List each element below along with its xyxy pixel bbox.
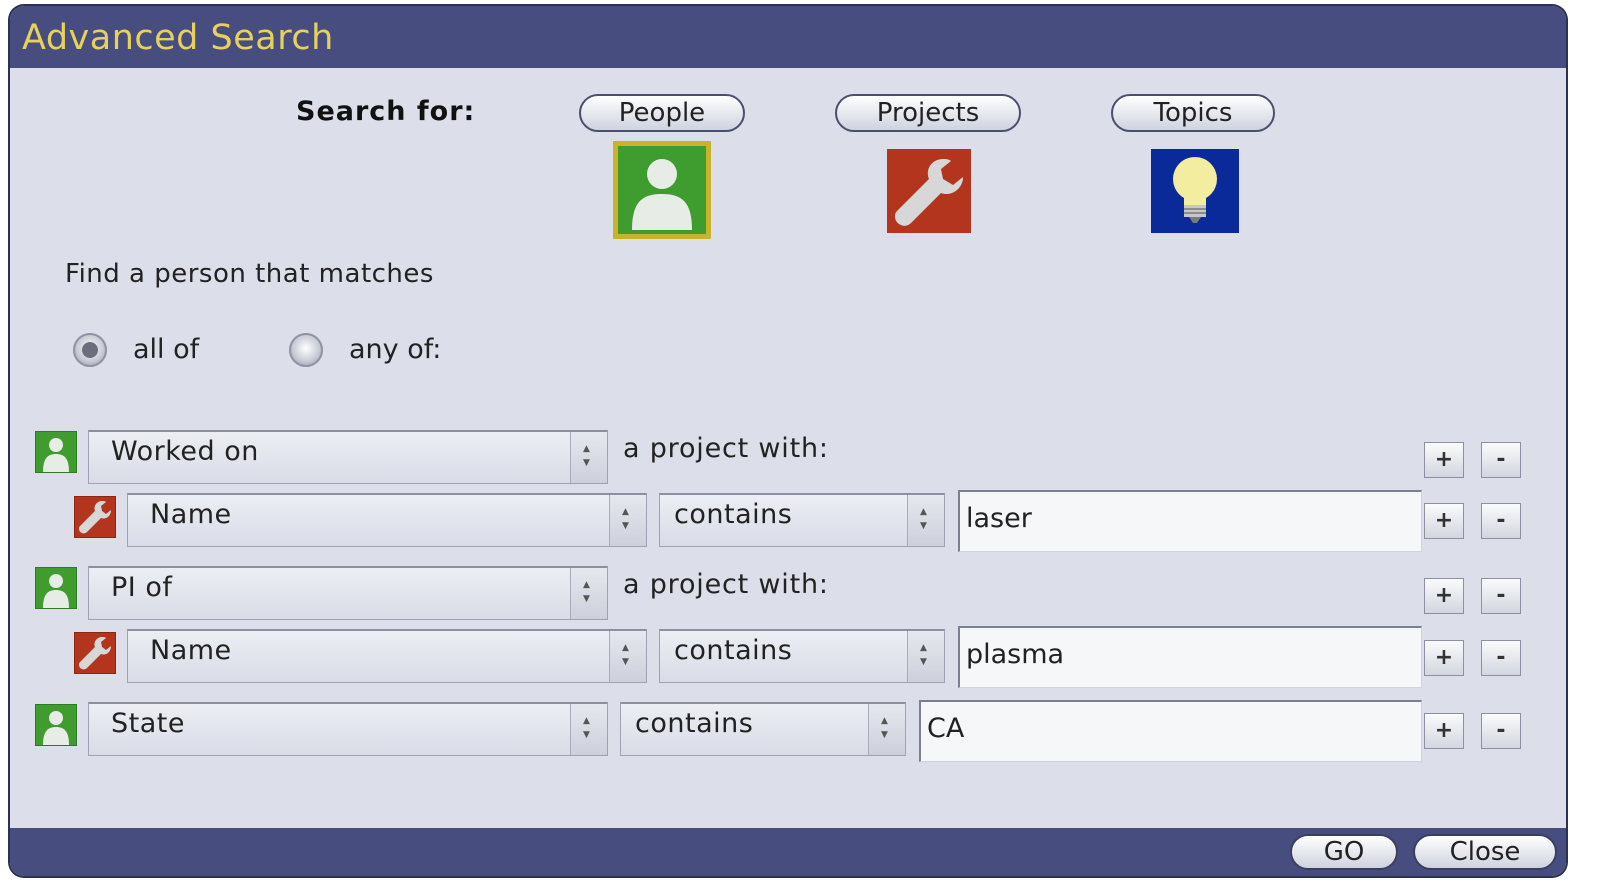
person-icon [35, 431, 77, 473]
wrench-icon[interactable] [887, 149, 971, 233]
spinner-arrows-icon[interactable] [609, 495, 646, 546]
criteria-field-value: Worked on [111, 436, 259, 467]
wrench-icon [74, 496, 116, 538]
all-of-label: all of [133, 334, 200, 365]
add-row-button[interactable]: + [1424, 713, 1464, 749]
any-of-label: any of: [349, 334, 442, 365]
value-field[interactable] [958, 490, 1422, 552]
add-row-button[interactable]: + [1424, 578, 1464, 614]
criteria-field-value: PI of [111, 572, 173, 603]
person-icon [35, 567, 77, 609]
value-input[interactable] [966, 496, 1415, 540]
add-row-button[interactable]: + [1424, 640, 1464, 676]
person-icon[interactable] [613, 141, 711, 239]
value-input[interactable] [966, 632, 1415, 676]
people-button[interactable]: People [579, 94, 745, 132]
criteria-field-select[interactable]: Worked on [88, 430, 608, 484]
match-prompt: Find a person that matches [65, 259, 434, 289]
spinner-arrows-icon[interactable] [570, 704, 607, 755]
wrench-icon [74, 632, 116, 674]
projects-button[interactable]: Projects [835, 94, 1021, 132]
add-row-button[interactable]: + [1424, 442, 1464, 478]
spinner-arrows-icon[interactable] [868, 704, 905, 755]
criteria-field-value: State [111, 708, 185, 739]
relation-text: a project with: [623, 433, 829, 464]
remove-row-button[interactable]: - [1481, 578, 1521, 614]
search-for-label: Search for: [296, 96, 476, 127]
go-button[interactable]: GO [1290, 834, 1398, 870]
spinner-arrows-icon[interactable] [907, 631, 944, 682]
operator-value: contains [635, 708, 754, 739]
criteria-field-value: Name [150, 635, 232, 666]
criteria-field-select[interactable]: PI of [88, 566, 608, 620]
remove-row-button[interactable]: - [1481, 503, 1521, 539]
operator-value: contains [674, 635, 793, 666]
criteria-field-value: Name [150, 499, 232, 530]
remove-row-button[interactable]: - [1481, 442, 1521, 478]
criteria-field-select[interactable]: Name [127, 493, 647, 547]
close-button[interactable]: Close [1413, 834, 1557, 870]
add-row-button[interactable]: + [1424, 503, 1464, 539]
person-icon [35, 704, 77, 746]
spinner-arrows-icon[interactable] [609, 631, 646, 682]
all-of-radio[interactable] [73, 333, 107, 367]
criteria-field-select[interactable]: State [88, 702, 608, 756]
remove-row-button[interactable]: - [1481, 713, 1521, 749]
spinner-arrows-icon[interactable] [907, 495, 944, 546]
relation-text: a project with: [623, 569, 829, 600]
operator-select[interactable]: contains [620, 702, 906, 756]
operator-value: contains [674, 499, 793, 530]
advanced-search-dialog: Advanced Search Search for: People Proje… [10, 6, 1566, 876]
any-of-radio[interactable] [289, 333, 323, 367]
title-bar: Advanced Search [10, 6, 1566, 68]
value-field[interactable] [919, 700, 1422, 762]
operator-select[interactable]: contains [659, 493, 945, 547]
value-input[interactable] [927, 706, 1415, 750]
dialog-title: Advanced Search [22, 18, 334, 58]
value-field[interactable] [958, 626, 1422, 688]
criteria-field-select[interactable]: Name [127, 629, 647, 683]
spinner-arrows-icon[interactable] [570, 568, 607, 619]
operator-select[interactable]: contains [659, 629, 945, 683]
topics-button[interactable]: Topics [1111, 94, 1275, 132]
spinner-arrows-icon[interactable] [570, 432, 607, 483]
lightbulb-icon[interactable] [1151, 149, 1239, 233]
remove-row-button[interactable]: - [1481, 640, 1521, 676]
